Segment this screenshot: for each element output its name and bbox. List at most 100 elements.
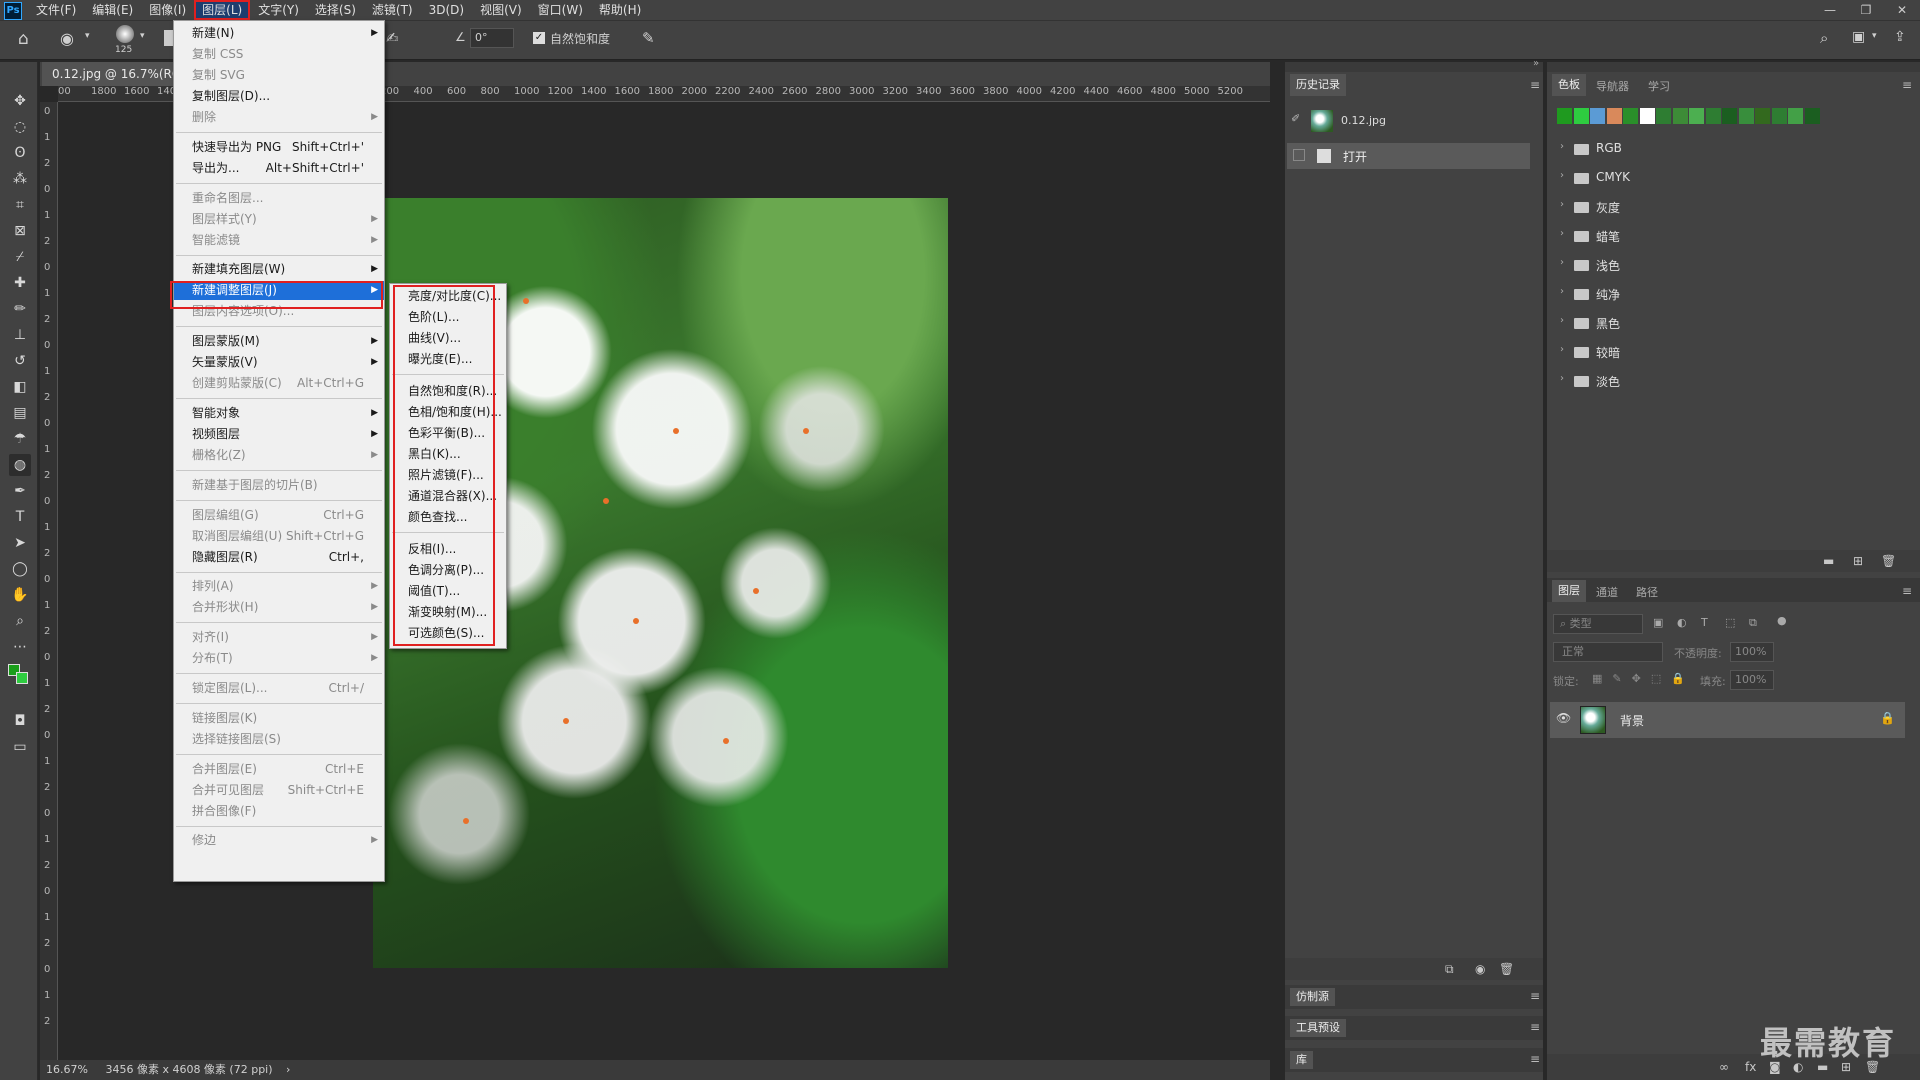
menu-option[interactable]: 矢量蒙版(V) ▶ [174,353,384,372]
menu-option[interactable]: 合并可见图层 Shift+Ctrl+E [174,781,384,800]
menu-item[interactable]: 窗口(W) [530,0,591,20]
menu-option[interactable]: 导出为... Alt+Shift+Ctrl+' [174,159,384,178]
menu-option[interactable]: 取消图层编组(U) Shift+Ctrl+G [174,527,384,546]
menu-option[interactable]: 隐藏图层(R) Ctrl+, [174,548,384,567]
link-icon[interactable]: ∞ [1719,1060,1729,1074]
tab-learn[interactable]: 学习 [1648,78,1670,94]
menu-item[interactable]: 文字(Y) [250,0,307,20]
background-color-swatch[interactable] [16,672,28,684]
menu-item[interactable]: 编辑(E) [84,0,141,20]
fill-input[interactable]: 100% [1730,670,1774,690]
menu-option[interactable]: 新建基于图层的切片(B) [174,476,384,495]
chevron-right-icon[interactable]: › [1560,228,1564,239]
airbrush-icon[interactable]: ✍ [386,29,399,47]
vibrance-checkbox[interactable]: ✓ [533,32,545,44]
menu-option[interactable]: 复制图层(D)... [174,87,384,106]
tab-tool-presets[interactable]: 工具预设 [1290,1019,1346,1037]
new-document-from-state-icon[interactable]: ⧉ [1445,962,1454,977]
menu-option[interactable]: 分布(T) ▶ [174,649,384,668]
minimize-icon[interactable]: — [1812,0,1848,20]
ellipse-tool-icon[interactable]: ◯ [9,558,31,580]
sponge-tool-icon[interactable]: ◍ [9,454,31,476]
color-swatch[interactable] [1573,108,1589,124]
move-tool-icon[interactable]: ✥ [9,90,31,112]
panel-menu-icon[interactable]: ≡ [1530,1052,1540,1066]
history-brush-tool-icon[interactable]: ↺ [9,350,31,372]
swatch-group[interactable]: › 淡色 [1560,373,1900,395]
lock-icons[interactable]: ▦✎✥⬚🔒 [1592,672,1695,685]
color-swatch[interactable] [1722,108,1737,124]
tab-history[interactable]: 历史记录 [1290,74,1346,96]
opacity-input[interactable]: 100% [1730,642,1774,662]
trash-icon[interactable]: 🗑 [1499,962,1514,976]
stamp-tool-icon[interactable]: ⊥ [9,324,31,346]
tab-navigator[interactable]: 导航器 [1596,78,1629,94]
tab-channels[interactable]: 通道 [1596,584,1618,600]
screen-mode-icon[interactable]: ▭ [9,736,31,758]
fx-icon[interactable]: fx [1745,1060,1756,1074]
home-icon[interactable]: ⌂ [18,29,29,49]
tab-swatches[interactable]: 色板 [1552,74,1586,96]
history-step-row[interactable]: 打开 [1287,143,1530,169]
swatch-group[interactable]: › CMYK [1560,170,1900,192]
menu-option[interactable]: 对齐(I) ▶ [174,628,384,647]
share-icon[interactable]: ⇪ [1894,29,1906,45]
menu-option[interactable]: 栅格化(Z) ▶ [174,446,384,465]
angle-input[interactable]: 0° [470,28,514,48]
swatch-group[interactable]: › 蜡笔 [1560,228,1900,250]
brush-preview-icon[interactable] [116,25,134,43]
menu-item[interactable]: 滤镜(T) [364,0,421,20]
crop-tool-icon[interactable]: ⌗ [9,194,31,216]
menu-option[interactable]: 复制 SVG [174,66,384,85]
zoom-tool-icon[interactable]: ⌕ [9,610,31,632]
collapse-icon[interactable]: » [1533,58,1539,69]
menu-option[interactable]: 拼合图像(F) [174,802,384,821]
menu-option[interactable]: 新建(N) ▶ [174,24,384,43]
color-swatch[interactable] [1755,108,1770,124]
chevron-right-icon[interactable]: › [286,1063,290,1076]
menu-option[interactable]: 修边 ▶ [174,831,384,850]
collapsed-panel[interactable]: 仿制源 ≡ [1285,985,1543,1009]
menu-item[interactable]: 3D(D) [421,0,472,20]
filter-smart-icon[interactable]: ⧉ [1749,616,1757,630]
panel-collapse-bar[interactable] [1547,62,1920,72]
chevron-right-icon[interactable]: › [1560,170,1564,181]
panel-menu-icon[interactable]: ≡ [1530,1020,1540,1034]
color-swatch[interactable] [1738,108,1754,124]
menu-option[interactable]: 链接图层(K) [174,709,384,728]
chevron-down-icon[interactable]: ▾ [140,31,145,41]
color-swatch[interactable] [1689,108,1704,124]
panel-menu-icon[interactable]: ≡ [1902,78,1912,92]
panel-collapse-bar[interactable] [1285,62,1543,72]
color-swatch[interactable] [1771,108,1787,124]
filter-toggle-icon[interactable]: ● [1777,614,1787,627]
menu-item[interactable]: 帮助(H) [591,0,649,20]
more-tools-icon[interactable]: ⋯ [9,636,31,658]
layer-row[interactable]: 👁 背景 🔒 [1550,702,1905,738]
workspace-icon[interactable]: ▣ [1852,29,1865,45]
swatch-group[interactable]: › 纯净 [1560,286,1900,308]
trash-icon[interactable]: 🗑 [1881,554,1896,568]
menu-option[interactable]: 排列(A) ▶ [174,577,384,596]
pressure-icon[interactable]: ✎ [642,29,655,47]
pen-tool-icon[interactable]: ✒ [9,480,31,502]
chevron-right-icon[interactable]: › [1560,315,1564,326]
menu-option[interactable]: 智能对象 ▶ [174,404,384,423]
eye-icon[interactable]: 👁 [1556,711,1571,725]
menu-option[interactable]: 合并形状(H) ▶ [174,598,384,617]
chevron-right-icon[interactable]: › [1560,373,1564,384]
color-swatch[interactable] [1656,108,1671,124]
close-icon[interactable]: ✕ [1884,0,1920,20]
hand-tool-icon[interactable]: ✋ [9,584,31,606]
search-icon[interactable]: ⌕ [1820,29,1828,47]
history-brush-source-icon[interactable]: ✐ [1291,112,1300,125]
filter-pixel-icon[interactable]: ▣ [1653,616,1663,629]
camera-icon[interactable]: ◉ [1475,962,1485,976]
new-swatch-icon[interactable]: ⊞ [1853,554,1863,568]
color-swatch[interactable] [1557,108,1572,124]
tab-layers[interactable]: 图层 [1552,580,1586,602]
menu-option[interactable]: 智能滤镜 ▶ [174,231,384,250]
tab-clone-source[interactable]: 仿制源 [1290,988,1335,1006]
panel-menu-icon[interactable]: ≡ [1530,78,1540,92]
menu-item[interactable]: 选择(S) [307,0,364,20]
